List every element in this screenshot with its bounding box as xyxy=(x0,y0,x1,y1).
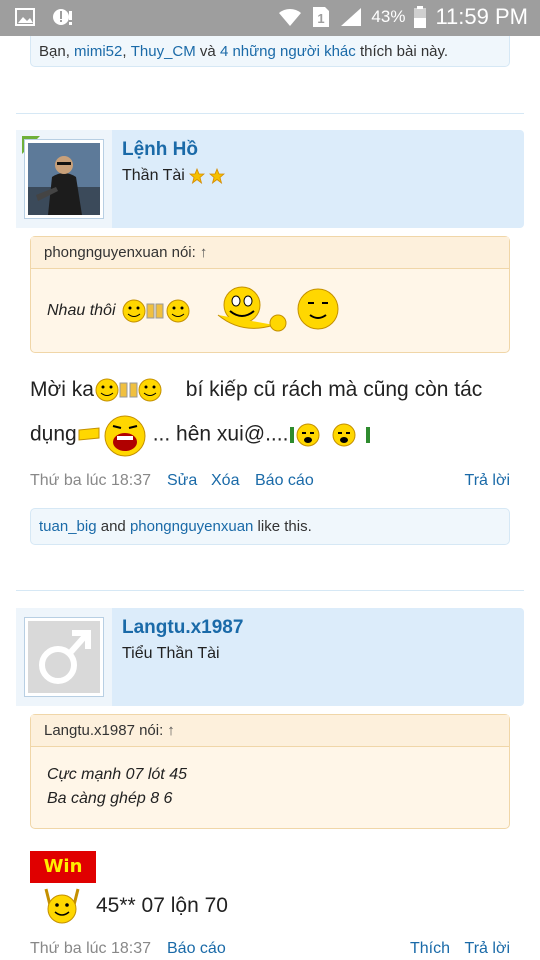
cheers-smiley-icon xyxy=(122,299,190,323)
prev-post-likes: Bạn, mimi52 , Thuy_CM và 4 những người k… xyxy=(30,36,510,67)
post-divider xyxy=(16,590,524,591)
avatar-cell xyxy=(16,608,112,706)
avatar-cell xyxy=(16,130,112,228)
post-message: 45** 07 lộn 70 xyxy=(96,894,228,917)
like-link[interactable]: Thích xyxy=(410,940,450,958)
win-badge: Win xyxy=(30,851,96,883)
alert-icon xyxy=(53,9,72,25)
report-link[interactable]: Báo cáo xyxy=(255,472,314,490)
report-link[interactable]: Báo cáo xyxy=(167,940,226,958)
post-actions: Thứ ba lúc 18:37 Báo cáo Thích Trả lời xyxy=(30,940,510,960)
avatar[interactable] xyxy=(24,139,104,219)
likes-prefix: Bạn, xyxy=(39,42,75,60)
battery-percent: 43% xyxy=(371,7,406,26)
beer-drinking-smileys-icon xyxy=(290,423,371,447)
thread-content[interactable]: Bạn, mimi52 , Thuy_CM và 4 những người k… xyxy=(0,36,540,960)
status-bar: 1 43% 11:59 PM xyxy=(0,0,540,36)
liker-link-thuy-cm[interactable]: Thuy_CM xyxy=(131,43,196,60)
reply-link[interactable]: Trả lời xyxy=(465,472,510,490)
likes-sep: , xyxy=(122,42,131,60)
laughing-pointing-smiley-icon xyxy=(78,415,146,457)
quote-author: phongnguyenxuan nói: xyxy=(44,244,196,261)
post-time[interactable]: Thứ ba lúc 18:37 xyxy=(30,472,151,490)
reply-link[interactable]: Trả lời xyxy=(465,940,510,958)
quote-author: Langtu.x1987 nói: xyxy=(44,722,164,739)
liker-link-phongnguyenxuan[interactable]: phongnguyenxuan xyxy=(130,518,253,535)
user-title-text: Tiểu Thần Tài xyxy=(122,645,220,662)
post-message: Mời ka bí kiếp cũ rách mà cũng còn tác d… xyxy=(30,368,510,458)
post-header-lenh-ho: Lệnh Hồ Thần Tài xyxy=(16,130,524,228)
quote-header: Langtu.x1987 nói: ↑ xyxy=(31,715,509,747)
battery-icon xyxy=(414,6,427,28)
clock: 11:59 PM xyxy=(435,4,528,29)
post-author[interactable]: Langtu.x1987 xyxy=(122,617,243,639)
star-icon xyxy=(208,168,225,184)
post-divider xyxy=(16,113,524,114)
user-title: Tiểu Thần Tài xyxy=(122,645,220,663)
handshake-smileys-icon xyxy=(218,286,339,332)
delete-link[interactable]: Xóa xyxy=(211,472,239,490)
quote-line: Cực mạnh 07 lót 45 xyxy=(47,766,187,783)
user-title-text: Thần Tài xyxy=(122,167,185,184)
likers-others-link[interactable]: 4 những người khác xyxy=(220,43,356,60)
sim-label: 1 xyxy=(318,11,325,26)
edit-link[interactable]: Sửa xyxy=(167,472,197,490)
signal-icon xyxy=(341,8,362,26)
wifi-icon xyxy=(279,8,302,26)
avatar-terminator-image xyxy=(28,143,100,215)
message-text-1: Mời ka xyxy=(30,378,94,401)
liker-link-tuan-big[interactable]: tuan_big xyxy=(39,518,97,535)
likes-and: and xyxy=(96,518,130,535)
quote-body: Cực mạnh 07 lót 45 Ba càng ghép 8 6 xyxy=(31,747,509,823)
quote-line: Ba càng ghép 8 6 xyxy=(47,790,173,807)
likes-and: và xyxy=(195,42,220,60)
cheers-smiley-icon xyxy=(95,378,162,402)
likes-suffix: thích bài này. xyxy=(355,42,449,60)
quote-block: Langtu.x1987 nói: ↑ Cực mạnh 07 lót 45 B… xyxy=(30,714,510,829)
message-text-3: ... hên xui@.... xyxy=(152,422,289,446)
post-actions: Thứ ba lúc 18:37 Sửa Xóa Báo cáo Trả lời xyxy=(30,472,510,494)
post-likes: tuan_big and phongnguyenxuan like this. xyxy=(30,508,510,545)
star-icon xyxy=(188,168,205,184)
avatar[interactable] xyxy=(24,617,104,697)
quote-text: Nhau thôi xyxy=(47,302,116,320)
post-time[interactable]: Thứ ba lúc 18:37 xyxy=(30,940,151,958)
liker-link-mimi52[interactable]: mimi52 xyxy=(74,43,122,60)
post-header-langtu: Langtu.x1987 Tiểu Thần Tài xyxy=(16,608,524,706)
likes-suffix: like this. xyxy=(253,518,312,535)
quote-jump-link[interactable]: ↑ xyxy=(167,722,175,739)
default-male-avatar-icon xyxy=(28,621,100,693)
post-author[interactable]: Lệnh Hồ xyxy=(122,139,198,161)
quote-block: phongnguyenxuan nói: ↑ Nhau thôi xyxy=(30,236,510,353)
quote-body: Nhau thôi xyxy=(31,269,509,349)
quote-header: phongnguyenxuan nói: ↑ xyxy=(31,237,509,269)
sim-icon: 1 xyxy=(313,7,330,27)
cheering-smiley-icon xyxy=(44,888,80,924)
quote-jump-link[interactable]: ↑ xyxy=(200,244,208,261)
image-icon xyxy=(15,8,35,26)
user-title: Thần Tài xyxy=(122,167,225,185)
